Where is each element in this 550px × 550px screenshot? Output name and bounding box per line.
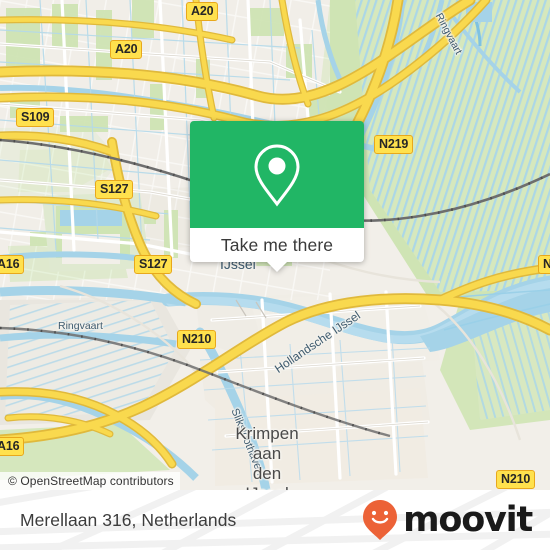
road-shield-n210-southeast[interactable]: N210 [496,470,536,489]
moovit-brand[interactable]: moovit [360,490,533,550]
moovit-wordmark: moovit [403,500,533,540]
road-shield-a20-west[interactable]: A20 [110,40,143,59]
map-label-ringvaart-west: Ringvaart [58,320,103,332]
moovit-smiley-pin-icon [363,500,398,540]
road-shield-n-east-edge[interactable]: N [538,255,550,274]
moovit-map-share-card: Ringvaart Ringvaart IJssel Hollandsche I… [0,0,550,550]
road-shield-n210-west[interactable]: N210 [177,330,217,349]
address-label: Merellaan 316, Netherlands [20,509,237,530]
road-shield-s127-upper[interactable]: S127 [95,180,134,199]
osm-attribution[interactable]: © OpenStreetMap contributors [0,472,180,490]
callout-icon-area [190,121,364,228]
map-label-town-krimpen-aan-den-ijssel: Krimpen aan den IJssel [235,424,298,490]
callout-cta-area[interactable]: Take me there [190,228,364,272]
road-shield-a20-north[interactable]: A20 [186,2,219,21]
town-line-3: den [252,464,282,483]
take-me-there-callout[interactable]: Take me there [190,121,364,272]
road-shield-a16-lower[interactable]: A16 [0,437,25,456]
take-me-there-label: Take me there [220,234,334,255]
road-shield-s127-lower[interactable]: S127 [134,255,173,274]
road-shield-a16-upper[interactable]: A16 [0,255,25,274]
road-shield-n219[interactable]: N219 [374,135,414,154]
town-line-2: aan [252,444,282,463]
callout-pointer [266,261,288,272]
town-line-1: Krimpen [235,424,299,443]
location-pin-icon [254,143,300,207]
footer-bar: Merellaan 316, Netherlands moovit [0,490,550,550]
road-shield-s109[interactable]: S109 [16,108,55,127]
